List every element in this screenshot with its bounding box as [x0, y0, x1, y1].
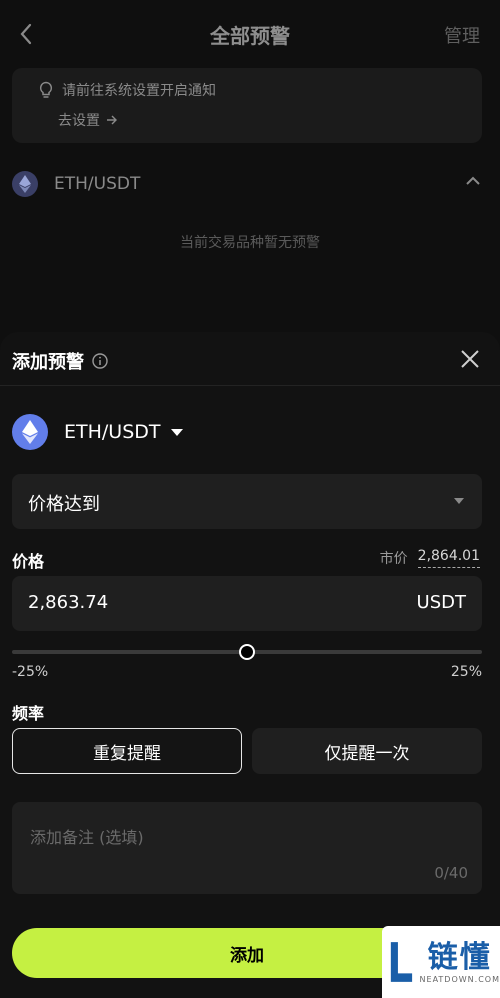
watermark-logo: 链懂 NEATDOWN.COM [382, 926, 500, 998]
market-price-value[interactable]: 2,864.01 [417, 548, 480, 568]
back-button[interactable] [12, 20, 40, 48]
watermark-l-icon [390, 942, 413, 982]
slider-min-label: -25% [12, 664, 49, 680]
caret-down-icon [170, 428, 183, 436]
page-title: 全部预警 [210, 23, 290, 48]
notice-text: 请前往系统设置开启通知 [62, 83, 216, 99]
price-input[interactable]: 2,863.74 USDT [12, 576, 482, 631]
watermark-en: NEATDOWN.COM [419, 974, 500, 984]
note-char-count: 0/40 [434, 864, 468, 882]
price-slider[interactable] [12, 644, 482, 660]
info-icon[interactable] [92, 353, 108, 369]
dropdown-arrow-icon [454, 498, 464, 504]
note-textarea[interactable]: 添加备注 (选填) 0/40 [12, 802, 482, 894]
note-placeholder: 添加备注 (选填) [30, 828, 144, 847]
lightbulb-icon [39, 81, 53, 98]
selected-pair: ETH/USDT [64, 421, 161, 443]
top-bar: 全部预警 管理 [0, 0, 500, 68]
slider-max-label: 25% [450, 664, 482, 680]
chevron-left-icon [20, 23, 32, 45]
eth-logo-icon [12, 171, 38, 197]
add-alert-sheet: 添加预警 ETH/USDT 价格达到 价格 市价 2,864.01 2,863.… [0, 332, 500, 998]
repeat-reminder-button[interactable]: 重复提醒 [12, 728, 242, 774]
price-label: 价格 [12, 552, 45, 571]
price-value[interactable]: 2,863.74 [28, 592, 108, 613]
remind-once-button[interactable]: 仅提醒一次 [252, 728, 482, 774]
chevron-up-icon [466, 176, 480, 185]
manage-button[interactable]: 管理 [444, 22, 480, 48]
frequency-label: 频率 [12, 704, 45, 723]
empty-alerts-message: 当前交易品种暂无预警 [180, 235, 320, 251]
slider-handle[interactable] [239, 644, 255, 660]
pair-selector[interactable]: ETH/USDT [12, 414, 183, 450]
condition-select[interactable]: 价格达到 [12, 474, 482, 529]
arrow-right-icon [107, 115, 117, 125]
notification-banner: 请前往系统设置开启通知 去设置 [12, 68, 482, 143]
sheet-title: 添加预警 [12, 352, 84, 373]
price-unit: USDT [416, 592, 466, 613]
watermark-cn: 链懂 [427, 939, 492, 975]
close-icon[interactable] [458, 347, 482, 371]
condition-value: 价格达到 [28, 494, 100, 515]
eth-logo-icon [12, 414, 48, 450]
pair-group-header[interactable]: ETH/USDT [12, 168, 488, 200]
market-price[interactable]: 市价 2,864.01 [380, 548, 480, 568]
go-settings-link[interactable]: 去设置 [58, 110, 118, 130]
pair-name: ETH/USDT [54, 174, 141, 194]
sheet-header: 添加预警 [0, 332, 500, 386]
